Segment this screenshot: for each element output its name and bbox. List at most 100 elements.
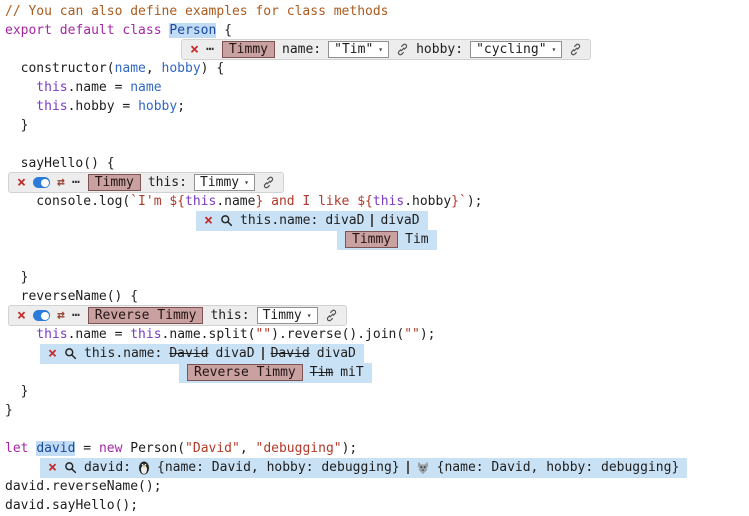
link-icon[interactable]: [569, 43, 582, 56]
probe-row: × david: {name: David, hobby: debugging}…: [5, 458, 749, 477]
keyword-token: export default class: [5, 23, 169, 38]
string-token: } and I like ${: [255, 194, 372, 209]
more-options-icon[interactable]: ⋯: [72, 308, 81, 323]
this-value-dropdown[interactable]: Timmy▾: [194, 174, 255, 191]
param-hobby-dropdown[interactable]: "cycling" ▾: [470, 41, 562, 58]
code-line[interactable]: david.reverseName();: [5, 477, 749, 496]
close-icon[interactable]: ×: [204, 213, 213, 228]
string-token: "debugging": [256, 441, 342, 456]
code-line[interactable]: console.log(`I'm ${this.name} and I like…: [5, 192, 749, 211]
this-label: this:: [148, 175, 187, 190]
caret-down-icon: ▾: [552, 45, 557, 54]
param-token: name: [130, 80, 161, 95]
keyword-token: new: [99, 441, 122, 456]
probe-value: miT: [340, 365, 363, 380]
dropdown-value: Timmy: [263, 308, 302, 323]
example-name-button[interactable]: Timmy: [345, 231, 398, 248]
code-token: }: [21, 270, 29, 285]
code-line-blank[interactable]: [5, 135, 749, 154]
code-token: =: [75, 441, 98, 456]
close-icon[interactable]: ×: [17, 175, 26, 190]
code-line[interactable]: this.hobby = hobby;: [5, 97, 749, 116]
code-token: );: [342, 441, 358, 456]
variable-highlight: david: [36, 441, 75, 456]
code-token: ).reverse().join(: [271, 327, 404, 342]
code-line[interactable]: constructor(name, hobby) {: [5, 59, 749, 78]
close-icon[interactable]: ×: [190, 42, 199, 57]
code-line[interactable]: }: [5, 268, 749, 287]
example-name-button[interactable]: Timmy: [222, 41, 275, 58]
more-options-icon[interactable]: ⋯: [206, 42, 215, 57]
this-label: this:: [210, 308, 249, 323]
toggle-on-icon[interactable]: [33, 310, 50, 321]
code-line[interactable]: let david = new Person("David", "debuggi…: [5, 439, 749, 458]
code-line[interactable]: // You can also define examples for clas…: [5, 2, 749, 21]
code-line[interactable]: reverseName() {: [5, 287, 749, 306]
param-name-dropdown[interactable]: "Tim"▾: [328, 41, 389, 58]
code-token: {: [216, 23, 232, 38]
code-line-blank[interactable]: [5, 249, 749, 268]
swap-icon[interactable]: ⇄: [57, 175, 65, 190]
link-icon[interactable]: [262, 176, 275, 189]
probe-old-value: Tim: [310, 365, 333, 380]
probe-value-left: divaD: [325, 213, 364, 228]
code-token: constructor(: [21, 61, 115, 76]
probe-value: Tim: [405, 232, 428, 247]
value-probe: × this.name: David divaD David divaD: [40, 344, 364, 364]
code-line[interactable]: }: [5, 116, 749, 135]
code-line[interactable]: sayHello() {: [5, 154, 749, 173]
class-example-widget: × ⋯ Timmy name: "Tim"▾ hobby: "cycling"▾: [181, 39, 591, 60]
code-token: sayHello() {: [21, 156, 115, 171]
code-token: console.log(: [36, 194, 130, 209]
widget-row: × ⇄ ⋯ Reverse Timmy this: Timmy▾: [5, 306, 749, 325]
more-options-icon[interactable]: ⋯: [72, 175, 81, 190]
code-line[interactable]: david.sayHello();: [5, 496, 749, 515]
code-line[interactable]: }: [5, 401, 749, 420]
code-line[interactable]: this.name = this.name.split("").reverse(…: [5, 325, 749, 344]
value-probe: × this.name: divaD divaD: [196, 211, 428, 231]
link-icon[interactable]: [396, 43, 409, 56]
example-name-button[interactable]: Timmy: [88, 174, 141, 191]
code-line[interactable]: }: [5, 382, 749, 401]
magnifier-icon[interactable]: [64, 347, 77, 360]
class-name-highlight: Person: [169, 23, 216, 38]
swap-icon[interactable]: ⇄: [57, 308, 65, 323]
code-line-blank[interactable]: [5, 420, 749, 439]
probe-label: david:: [84, 460, 131, 475]
link-icon[interactable]: [325, 309, 338, 322]
string-token: `I'm ${: [130, 194, 185, 209]
close-icon[interactable]: ×: [48, 346, 57, 361]
probe-old-value-right: David: [271, 346, 310, 361]
code-token: ) {: [201, 61, 224, 76]
example-name-button[interactable]: Reverse Timmy: [88, 307, 204, 324]
this-value-dropdown[interactable]: Timmy▾: [257, 307, 318, 324]
code-token: .name =: [68, 80, 131, 95]
code-token: .hobby: [404, 194, 451, 209]
code-line[interactable]: this.name = name: [5, 78, 749, 97]
keyword-token: let: [5, 441, 36, 456]
code-editor[interactable]: // You can also define examples for clas…: [0, 0, 749, 516]
probe-row: Timmy Tim: [5, 230, 749, 249]
magnifier-icon[interactable]: [220, 214, 233, 227]
magnifier-icon[interactable]: [64, 461, 77, 474]
this-keyword-token: this: [36, 327, 67, 342]
comment-text: // You can also define examples for clas…: [5, 4, 389, 19]
divider: [371, 214, 373, 227]
example-name-button[interactable]: Reverse Timmy: [187, 364, 303, 381]
divider: [407, 461, 409, 474]
string-token: "": [255, 327, 271, 342]
probe-value-right: divaD: [380, 213, 419, 228]
probe-label: this.name:: [84, 346, 162, 361]
string-token: }`: [451, 194, 467, 209]
close-icon[interactable]: ×: [17, 308, 26, 323]
close-icon[interactable]: ×: [48, 460, 57, 475]
code-token: ;: [177, 99, 185, 114]
param-token: hobby: [138, 99, 177, 114]
string-token: "David": [185, 441, 240, 456]
param-hobby-label: hobby:: [416, 42, 463, 57]
example-result-probe: Timmy Tim: [337, 230, 437, 250]
code-token: );: [420, 327, 436, 342]
dropdown-value: "cycling": [476, 42, 546, 57]
toggle-on-icon[interactable]: [33, 177, 50, 188]
code-line[interactable]: export default class Person {: [5, 21, 749, 40]
